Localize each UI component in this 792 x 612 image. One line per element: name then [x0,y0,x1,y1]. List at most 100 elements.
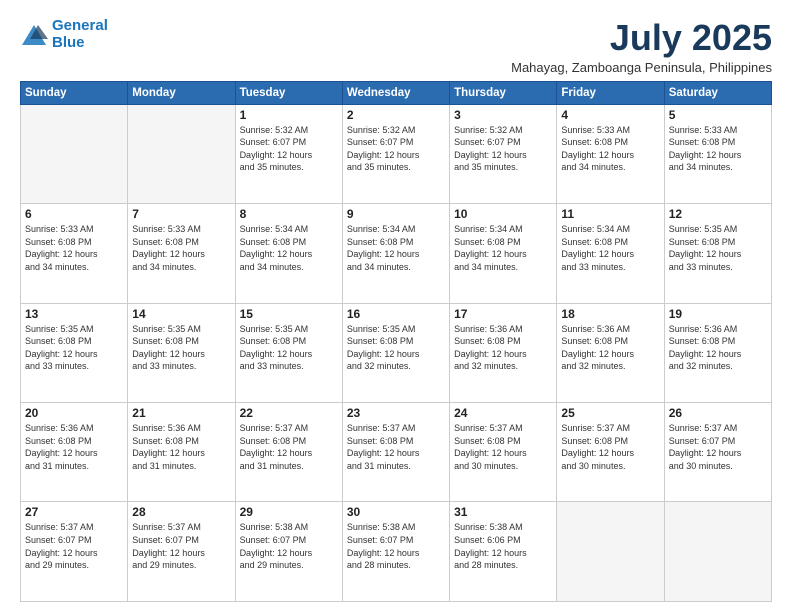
day-number: 31 [454,505,552,519]
calendar-cell: 15 Sunrise: 5:35 AM Sunset: 6:08 PM Dayli… [235,303,342,402]
day-number: 30 [347,505,445,519]
calendar-cell: 16 Sunrise: 5:35 AM Sunset: 6:08 PM Dayli… [342,303,449,402]
day-number: 11 [561,207,659,221]
calendar-cell: 11Sunrise: 5:34 AM Sunset: 6:08 PM Dayli… [557,204,664,303]
day-number: 3 [454,108,552,122]
page: General Blue July 2025 Mahayag, Zamboang… [0,0,792,612]
day-number: 17 [454,307,552,321]
day-info: Sunrise: 5:36 AM Sunset: 6:08 PM Dayligh… [25,422,123,472]
calendar-cell: 4 Sunrise: 5:33 AM Sunset: 6:08 PM Daylig… [557,104,664,203]
calendar-cell: 20 Sunrise: 5:36 AM Sunset: 6:08 PM Dayli… [21,403,128,502]
calendar-header-row: SundayMondayTuesdayWednesdayThursdayFrid… [21,81,772,104]
week-row-5: 27 Sunrise: 5:37 AM Sunset: 6:07 PM Dayli… [21,502,772,602]
calendar-cell: 19 Sunrise: 5:36 AM Sunset: 6:08 PM Dayli… [664,303,771,402]
day-number: 6 [25,207,123,221]
day-info: Sunrise: 5:37 AM Sunset: 6:08 PM Dayligh… [561,422,659,472]
day-number: 18 [561,307,659,321]
day-info: Sunrise: 5:37 AM Sunset: 6:07 PM Dayligh… [669,422,767,472]
calendar-cell: 24Sunrise: 5:37 AM Sunset: 6:08 PM Dayli… [450,403,557,502]
day-info: Sunrise: 5:35 AM Sunset: 6:08 PM Dayligh… [25,323,123,373]
day-number: 7 [132,207,230,221]
calendar-cell [128,104,235,203]
day-info: Sunrise: 5:38 AM Sunset: 6:06 PM Dayligh… [454,521,552,571]
week-row-3: 13Sunrise: 5:35 AM Sunset: 6:08 PM Dayli… [21,303,772,402]
day-info: Sunrise: 5:37 AM Sunset: 6:07 PM Dayligh… [132,521,230,571]
calendar-header-friday: Friday [557,81,664,104]
day-info: Sunrise: 5:33 AM Sunset: 6:08 PM Dayligh… [669,124,767,174]
day-number: 29 [240,505,338,519]
day-number: 15 [240,307,338,321]
week-row-4: 20 Sunrise: 5:36 AM Sunset: 6:08 PM Dayli… [21,403,772,502]
calendar-table: SundayMondayTuesdayWednesdayThursdayFrid… [20,81,772,602]
day-info: Sunrise: 5:32 AM Sunset: 6:07 PM Dayligh… [347,124,445,174]
logo-text: General Blue [52,18,108,51]
calendar-cell [21,104,128,203]
logo-icon [20,21,48,49]
week-row-2: 6 Sunrise: 5:33 AM Sunset: 6:08 PM Daylig… [21,204,772,303]
day-info: Sunrise: 5:38 AM Sunset: 6:07 PM Dayligh… [347,521,445,571]
calendar-cell: 26 Sunrise: 5:37 AM Sunset: 6:07 PM Dayli… [664,403,771,502]
calendar-cell: 22 Sunrise: 5:37 AM Sunset: 6:08 PM Dayli… [235,403,342,502]
day-info: Sunrise: 5:36 AM Sunset: 6:08 PM Dayligh… [132,422,230,472]
day-number: 9 [347,207,445,221]
day-number: 8 [240,207,338,221]
logo: General Blue [20,18,108,51]
calendar-cell: 30 Sunrise: 5:38 AM Sunset: 6:07 PM Dayli… [342,502,449,602]
calendar-cell: 13Sunrise: 5:35 AM Sunset: 6:08 PM Dayli… [21,303,128,402]
day-info: Sunrise: 5:32 AM Sunset: 6:07 PM Dayligh… [454,124,552,174]
day-number: 24 [454,406,552,420]
day-info: Sunrise: 5:35 AM Sunset: 6:08 PM Dayligh… [240,323,338,373]
calendar-cell: 5 Sunrise: 5:33 AM Sunset: 6:08 PM Daylig… [664,104,771,203]
day-info: Sunrise: 5:37 AM Sunset: 6:08 PM Dayligh… [240,422,338,472]
day-number: 22 [240,406,338,420]
day-info: Sunrise: 5:37 AM Sunset: 6:07 PM Dayligh… [25,521,123,571]
day-info: Sunrise: 5:33 AM Sunset: 6:08 PM Dayligh… [561,124,659,174]
day-info: Sunrise: 5:34 AM Sunset: 6:08 PM Dayligh… [347,223,445,273]
main-title: July 2025 [511,18,772,58]
day-number: 10 [454,207,552,221]
day-number: 16 [347,307,445,321]
day-number: 5 [669,108,767,122]
day-number: 12 [669,207,767,221]
calendar-cell: 23 Sunrise: 5:37 AM Sunset: 6:08 PM Dayli… [342,403,449,502]
logo-line1: General [52,17,108,34]
calendar-cell: 12 Sunrise: 5:35 AM Sunset: 6:08 PM Dayli… [664,204,771,303]
day-info: Sunrise: 5:34 AM Sunset: 6:08 PM Dayligh… [240,223,338,273]
day-number: 2 [347,108,445,122]
day-info: Sunrise: 5:35 AM Sunset: 6:08 PM Dayligh… [669,223,767,273]
day-number: 20 [25,406,123,420]
calendar-cell: 14 Sunrise: 5:35 AM Sunset: 6:08 PM Dayli… [128,303,235,402]
day-number: 14 [132,307,230,321]
day-info: Sunrise: 5:35 AM Sunset: 6:08 PM Dayligh… [132,323,230,373]
calendar-cell: 31 Sunrise: 5:38 AM Sunset: 6:06 PM Dayli… [450,502,557,602]
day-number: 4 [561,108,659,122]
calendar-cell: 9 Sunrise: 5:34 AM Sunset: 6:08 PM Daylig… [342,204,449,303]
calendar-cell: 17 Sunrise: 5:36 AM Sunset: 6:08 PM Dayli… [450,303,557,402]
day-info: Sunrise: 5:36 AM Sunset: 6:08 PM Dayligh… [561,323,659,373]
calendar-header-monday: Monday [128,81,235,104]
day-info: Sunrise: 5:38 AM Sunset: 6:07 PM Dayligh… [240,521,338,571]
calendar-cell: 8 Sunrise: 5:34 AM Sunset: 6:08 PM Daylig… [235,204,342,303]
calendar-cell: 3 Sunrise: 5:32 AM Sunset: 6:07 PM Daylig… [450,104,557,203]
day-number: 21 [132,406,230,420]
day-info: Sunrise: 5:34 AM Sunset: 6:08 PM Dayligh… [454,223,552,273]
day-number: 19 [669,307,767,321]
day-info: Sunrise: 5:32 AM Sunset: 6:07 PM Dayligh… [240,124,338,174]
day-info: Sunrise: 5:33 AM Sunset: 6:08 PM Dayligh… [132,223,230,273]
day-number: 23 [347,406,445,420]
day-info: Sunrise: 5:36 AM Sunset: 6:08 PM Dayligh… [454,323,552,373]
calendar-header-sunday: Sunday [21,81,128,104]
calendar-cell [664,502,771,602]
day-info: Sunrise: 5:33 AM Sunset: 6:08 PM Dayligh… [25,223,123,273]
calendar-cell [557,502,664,602]
day-info: Sunrise: 5:37 AM Sunset: 6:08 PM Dayligh… [347,422,445,472]
calendar-cell: 10 Sunrise: 5:34 AM Sunset: 6:08 PM Dayli… [450,204,557,303]
calendar-header-wednesday: Wednesday [342,81,449,104]
day-info: Sunrise: 5:36 AM Sunset: 6:08 PM Dayligh… [669,323,767,373]
day-number: 28 [132,505,230,519]
day-info: Sunrise: 5:35 AM Sunset: 6:08 PM Dayligh… [347,323,445,373]
header: General Blue July 2025 Mahayag, Zamboang… [20,18,772,75]
calendar-cell: 28 Sunrise: 5:37 AM Sunset: 6:07 PM Dayli… [128,502,235,602]
day-number: 26 [669,406,767,420]
day-number: 27 [25,505,123,519]
